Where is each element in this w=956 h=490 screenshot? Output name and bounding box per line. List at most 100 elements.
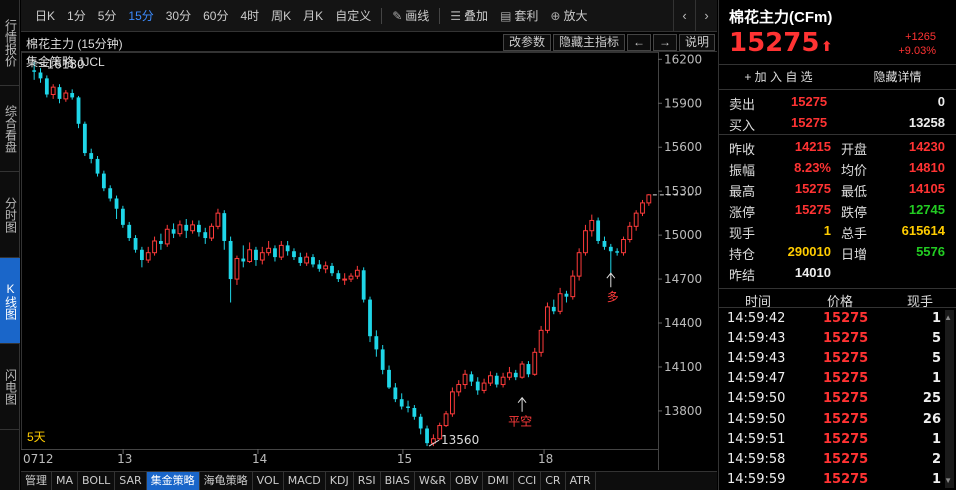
period-list: 日K 1分 5分 15分 30分 60分 4时 周K 月K 自定义 xyxy=(21,0,377,32)
indicator-tab[interactable]: BIAS xyxy=(381,472,415,490)
draw-line-button[interactable]: ✎ 画线 xyxy=(386,0,435,32)
scroll-up-icon[interactable]: ▲ xyxy=(944,313,952,322)
stat-label: 昨结 xyxy=(729,268,756,283)
stat-label: 涨停 xyxy=(729,205,756,220)
stat-label: 开盘 xyxy=(841,142,868,157)
candle-body xyxy=(443,413,449,427)
long-signal: 多 xyxy=(607,290,619,304)
ask-price: 15275 xyxy=(791,94,828,109)
tick-time: 14:59:43 xyxy=(727,351,786,367)
stat-value: 14010 xyxy=(794,265,831,280)
indicator-tab[interactable]: RSI xyxy=(354,472,381,490)
period-tab[interactable]: 日K xyxy=(29,0,61,32)
tick-time: 14:59:51 xyxy=(727,431,786,447)
candle-body xyxy=(532,351,538,375)
scroll-right-button[interactable]: → xyxy=(652,34,677,51)
kline-chart[interactable]: 16200 15900 15600 15300 15000 14700 14400 14100… xyxy=(21,52,717,470)
stat-value: 15275 xyxy=(794,202,831,217)
period-tab[interactable]: 4时 xyxy=(234,0,265,32)
tick-price: 15275 xyxy=(823,391,869,407)
stat-label: 振幅 xyxy=(729,163,756,178)
candle-body xyxy=(44,78,49,95)
indicator-tab[interactable]: ATR xyxy=(566,472,596,490)
candle-body xyxy=(545,306,550,331)
indicator-tab[interactable]: 管理 xyxy=(21,472,52,490)
period-tab[interactable]: 30分 xyxy=(160,0,197,32)
scroll-down-icon[interactable]: ▼ xyxy=(944,476,952,485)
candle-body xyxy=(564,293,569,297)
candle-body xyxy=(197,224,201,233)
tick-price: 15275 xyxy=(823,311,869,326)
indicator-tab[interactable]: KDJ xyxy=(326,472,354,490)
zoom-button[interactable]: ⊕ 放大 xyxy=(544,0,593,32)
period-tab[interactable]: 60分 xyxy=(197,0,234,32)
candle-body xyxy=(190,224,195,232)
tab-timeshare[interactable]: 分时图 xyxy=(0,172,20,258)
candle-body xyxy=(488,375,493,384)
candle-body xyxy=(500,376,506,386)
low-annotation: 13560 xyxy=(441,433,479,447)
tick-volume: 1 xyxy=(931,371,941,387)
overlay-button[interactable]: ☰ 叠加 xyxy=(444,0,494,32)
ask-volume: 0 xyxy=(937,94,945,109)
indicator-tab[interactable]: DMI xyxy=(483,472,514,490)
candle-body xyxy=(627,225,633,241)
indicator-tab[interactable]: SAR xyxy=(115,472,147,490)
candle-body xyxy=(203,232,208,239)
tick-price: 15275 xyxy=(823,331,869,347)
add-watchlist-button[interactable]: + 加 入 自 选 xyxy=(719,65,838,89)
hide-main-indicator-button[interactable]: 隐藏主指标 xyxy=(552,34,625,51)
indicator-tab[interactable]: VOL xyxy=(253,472,284,490)
indicator-tab[interactable]: MACD xyxy=(284,472,326,490)
candle-body xyxy=(361,270,366,300)
candle-body xyxy=(285,245,290,252)
period-tab[interactable]: 1分 xyxy=(61,0,92,32)
indicator-tab[interactable]: MA xyxy=(52,472,79,490)
collapse-right-icon[interactable]: › xyxy=(695,0,717,32)
candle-body xyxy=(519,363,525,378)
scroll-left-button[interactable]: ← xyxy=(626,34,651,51)
tab-flash-chart[interactable]: 闪电图 xyxy=(0,344,20,430)
indicator-tab[interactable]: CR xyxy=(541,472,566,490)
candle-body xyxy=(583,230,588,254)
tab-kline[interactable]: K线图 xyxy=(0,258,20,344)
collapse-left-icon[interactable]: ‹ xyxy=(673,0,695,32)
candle-body xyxy=(589,219,595,232)
period-tab[interactable]: 周K xyxy=(265,0,297,32)
tick-row: 14:59:50 15275 26 xyxy=(719,410,956,430)
tick-price: 15275 xyxy=(823,371,869,387)
indicator-tab[interactable]: CCI xyxy=(514,472,542,490)
tick-price: 15275 xyxy=(823,451,869,467)
period-tab[interactable]: 5分 xyxy=(92,0,123,32)
stat-value: 5576 xyxy=(916,244,945,259)
edit-params-button[interactable]: 改参数 xyxy=(502,34,551,51)
arbitrage-button[interactable]: ▤ 套利 xyxy=(494,0,544,32)
indicator-tab[interactable]: BOLL xyxy=(78,472,116,490)
tab-quotes[interactable]: 行情报价 xyxy=(0,0,20,86)
period-tab[interactable]: 15分 xyxy=(122,0,159,32)
tick-volume: 1 xyxy=(931,471,941,487)
candle-body xyxy=(311,257,315,265)
chart-title: 棉花主力 (15分钟) xyxy=(26,37,123,51)
tick-volume: 5 xyxy=(931,351,941,367)
tab-overview[interactable]: 综合看盘 xyxy=(0,86,20,172)
help-button[interactable]: 说明 xyxy=(678,34,715,51)
indicator-tab[interactable]: OBV xyxy=(451,472,484,490)
candle-body xyxy=(602,240,607,247)
tick-header: 时间 价格 现手 xyxy=(719,288,956,309)
stats-row: 昨结 14010 xyxy=(719,262,956,284)
period-tab[interactable]: 月K xyxy=(297,0,329,32)
period-tab[interactable]: 自定义 xyxy=(329,0,377,32)
indicator-tab[interactable]: 集金策略 xyxy=(146,472,200,490)
indicator-tab[interactable]: W&R xyxy=(415,472,451,490)
stats-row: 昨收 14215 开盘 14230 xyxy=(719,136,956,158)
indicator-tab[interactable]: 海龟策略 xyxy=(200,472,253,490)
y-tick-label: 14400 xyxy=(664,316,702,330)
tick-row: 14:59:43 15275 5 xyxy=(719,329,956,349)
stat-label: 跌停 xyxy=(841,205,868,220)
tick-scrollbar[interactable] xyxy=(945,310,954,488)
hide-detail-button[interactable]: 隐藏详情 xyxy=(838,65,956,89)
plot-frame xyxy=(21,52,659,450)
candle-body xyxy=(32,70,37,72)
stat-value: 14215 xyxy=(794,139,831,154)
